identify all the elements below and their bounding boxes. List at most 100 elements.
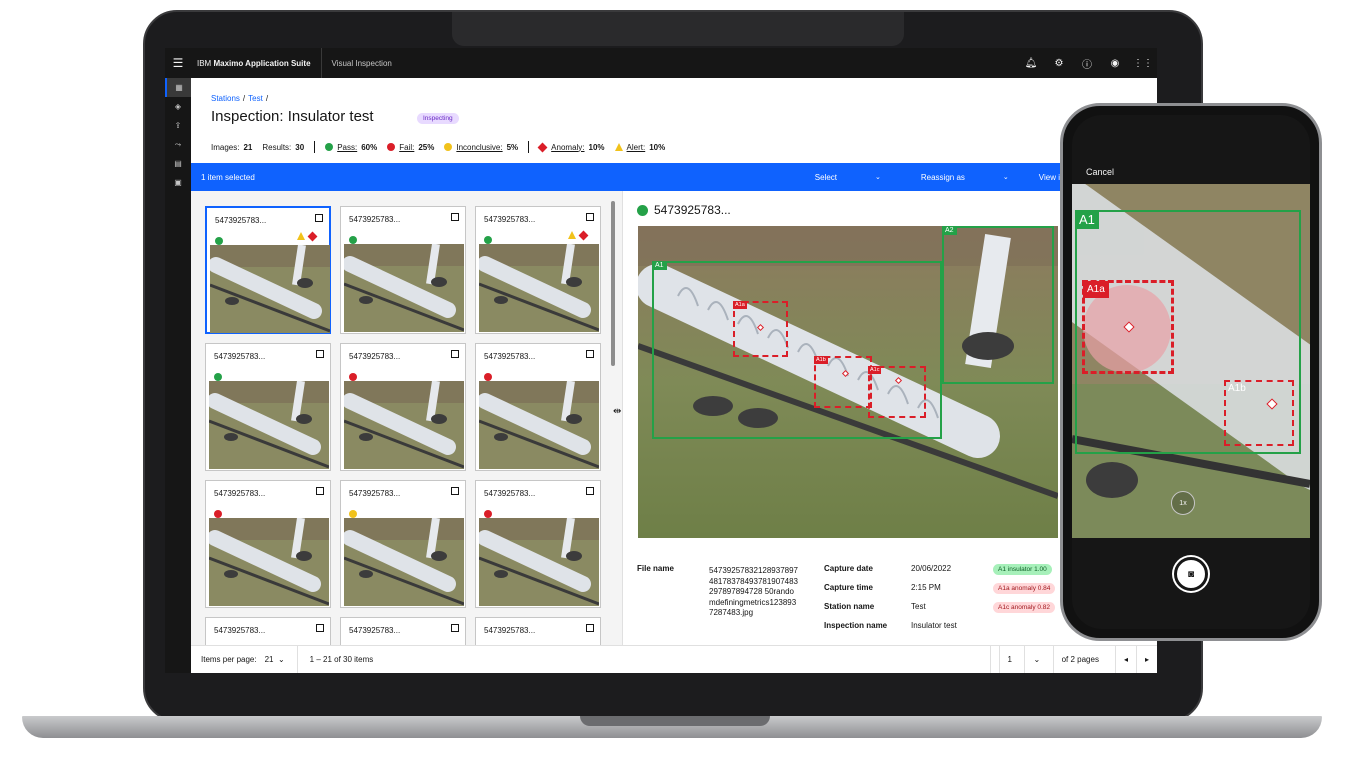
image-card[interactable]: 5473925783...	[475, 206, 601, 334]
page-title: Inspection: Insulator test	[211, 108, 374, 125]
image-card[interactable]: 5473925783...	[205, 343, 331, 471]
stat-alert[interactable]: Alert:10%	[615, 143, 666, 152]
page-select[interactable]: 1 ⌄ of 2 pages	[990, 646, 1115, 674]
stations-icon[interactable]: ▦	[165, 78, 191, 97]
card-checkbox[interactable]	[315, 214, 323, 222]
card-checkbox[interactable]	[586, 487, 594, 495]
cancel-button[interactable]: Cancel	[1086, 167, 1114, 177]
stat-value: 5%	[507, 143, 519, 152]
stat-anomaly[interactable]: Anomaly:10%	[539, 143, 604, 152]
bbox-a1a[interactable]: A1a	[733, 301, 788, 357]
stat-label: Inconclusive:	[456, 143, 502, 152]
image-card[interactable]: 5473925783...	[475, 343, 601, 471]
breadcrumb-stations[interactable]: Stations	[211, 94, 240, 103]
image-card[interactable]: 5473925783...	[475, 480, 601, 608]
result-tag[interactable]: A1a anomaly 0.84	[993, 583, 1055, 594]
card-checkbox[interactable]	[451, 213, 459, 221]
card-thumbnail	[479, 381, 599, 469]
prev-page-button[interactable]: ◂	[1115, 646, 1136, 674]
image-card[interactable]: 5473925783...	[205, 617, 331, 645]
stat-pass[interactable]: Pass:60%	[325, 143, 377, 152]
image-grid: 5473925783...5473925783...5473925783...5…	[191, 191, 623, 645]
page-controls: 1 ⌄ of 2 pages ◂ ▸	[990, 646, 1157, 674]
anomaly-marker-icon	[1266, 398, 1277, 409]
deploy-icon[interactable]: ⇪	[165, 116, 191, 135]
card-checkbox[interactable]	[586, 350, 594, 358]
laptop-hinge	[580, 716, 770, 726]
stat-results: Results:30	[262, 143, 304, 152]
next-page-button[interactable]: ▸	[1136, 646, 1157, 674]
card-id: 5473925783...	[349, 215, 400, 224]
bbox-a2[interactable]: A2	[942, 226, 1054, 384]
scrollbar[interactable]	[611, 201, 615, 366]
stat-inconclusive[interactable]: Inconclusive: 5%	[444, 143, 518, 152]
laptop-notch	[452, 12, 904, 46]
fail-icon	[387, 143, 395, 151]
camera-preview[interactable]: A1 A1a A1b	[1072, 184, 1310, 538]
bbox-a1a[interactable]: A1a	[1082, 280, 1174, 374]
stat-images: Images:21	[211, 143, 252, 152]
card-checkbox[interactable]	[586, 624, 594, 632]
brand[interactable]: IBM Maximo Application Suite	[191, 48, 322, 78]
bbox-a1b[interactable]: A1b	[814, 356, 872, 408]
items-per-page-value: 21	[265, 655, 274, 664]
bbox-label: A1a	[733, 301, 747, 309]
stat-label: Results:	[262, 143, 291, 152]
anomaly-marker-icon	[842, 370, 849, 377]
alert-icon	[568, 231, 576, 239]
menu-icon[interactable]: ☰	[165, 56, 191, 70]
result-tag[interactable]: A1 insulator 1.00	[993, 564, 1052, 575]
zoom-button[interactable]: 1x	[1171, 491, 1195, 515]
user-icon[interactable]: ◉	[1101, 48, 1129, 78]
breadcrumb-test[interactable]: Test	[248, 94, 263, 103]
stat-value: 25%	[418, 143, 434, 152]
devices-icon[interactable]: ▣	[165, 173, 191, 192]
result-tag[interactable]: A1c anomaly 0.82	[993, 602, 1055, 613]
inspection-image[interactable]: A1 A2 A1a A1b A1c	[638, 226, 1058, 538]
stat-label: Fail:	[399, 143, 414, 152]
card-thumbnail	[479, 518, 599, 606]
alert-icon	[615, 143, 623, 151]
header-actions: 🔔︎ ⚙ ⓘ ◉ ⋮⋮	[1017, 48, 1157, 78]
selected-count: 1 item selected	[191, 173, 255, 182]
reassign-dropdown[interactable]: Reassign as⌄	[901, 173, 1029, 182]
reports-icon[interactable]: ▤	[165, 154, 191, 173]
resize-handle-icon[interactable]: ⇹	[613, 406, 621, 417]
image-card[interactable]: 5473925783...	[340, 480, 466, 608]
card-thumbnail	[344, 381, 464, 469]
card-id: 5473925783...	[214, 352, 265, 361]
camera-shutter-button[interactable]: ◙	[1174, 557, 1208, 591]
image-card[interactable]: 5473925783...	[340, 617, 466, 645]
anomaly-marker-icon	[895, 377, 902, 384]
card-checkbox[interactable]	[316, 350, 324, 358]
anomaly-marker-icon	[757, 324, 764, 331]
stat-fail[interactable]: Fail: 25%	[387, 143, 434, 152]
card-checkbox[interactable]	[451, 624, 459, 632]
inspection-name-label: Inspection name	[824, 621, 887, 630]
card-checkbox[interactable]	[451, 350, 459, 358]
image-card[interactable]: 5473925783...	[205, 480, 331, 608]
image-card[interactable]: 5473925783...	[475, 617, 601, 645]
bell-icon[interactable]: 🔔︎	[1017, 48, 1045, 78]
app-switcher-icon[interactable]: ⋮⋮	[1129, 48, 1157, 78]
card-id: 5473925783...	[214, 489, 265, 498]
help-icon[interactable]: ⓘ	[1073, 48, 1101, 78]
card-id: 5473925783...	[349, 626, 400, 635]
card-checkbox[interactable]	[316, 624, 324, 632]
image-card[interactable]: 5473925783...	[340, 343, 466, 471]
items-per-page-label: Items per page:	[191, 655, 257, 664]
image-card[interactable]: 5473925783...	[205, 206, 331, 334]
bbox-a1b[interactable]: A1b	[1224, 380, 1294, 446]
card-checkbox[interactable]	[586, 213, 594, 221]
card-checkbox[interactable]	[316, 487, 324, 495]
select-dropdown[interactable]: Select⌄	[795, 173, 901, 182]
bbox-a1c[interactable]: A1c	[868, 366, 926, 418]
card-checkbox[interactable]	[451, 487, 459, 495]
models-icon[interactable]: ◈	[165, 97, 191, 116]
card-id: 5473925783...	[215, 216, 266, 225]
settings-icon[interactable]: ⚙	[1045, 48, 1073, 78]
items-per-page-select[interactable]: 21 ⌄	[257, 646, 298, 674]
file-name-label: File name	[637, 564, 674, 573]
image-card[interactable]: 5473925783...	[340, 206, 466, 334]
flow-icon[interactable]: ⤳	[165, 135, 191, 154]
